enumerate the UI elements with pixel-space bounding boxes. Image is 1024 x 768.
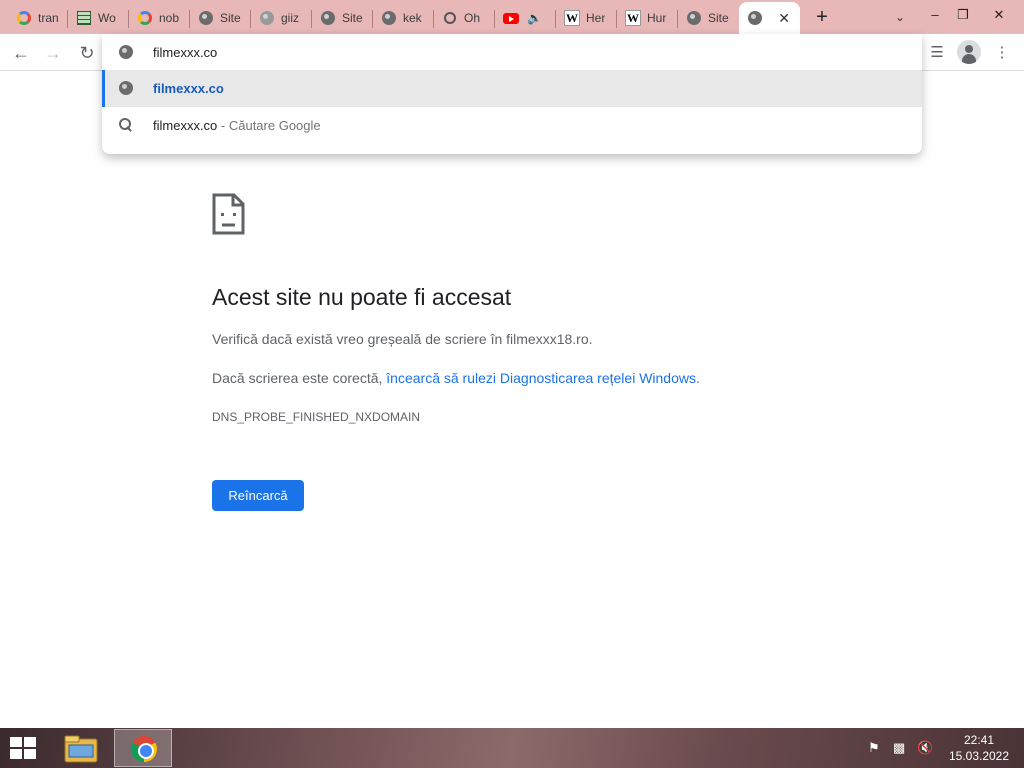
tab[interactable]: tran bbox=[8, 2, 68, 34]
suggestion-search-content: filmexxx.co - Căutare Google bbox=[153, 118, 321, 133]
globe-icon bbox=[686, 10, 702, 26]
close-tab-icon[interactable]: ✕ bbox=[778, 10, 790, 27]
suggestion-item-selected[interactable]: filmexxx.co bbox=[102, 70, 922, 107]
tab-title: Hur bbox=[647, 11, 667, 25]
tab-title: Site bbox=[220, 11, 241, 25]
file-explorer-icon[interactable] bbox=[64, 735, 98, 763]
spreadsheet-icon bbox=[76, 10, 92, 26]
tab-title: kek bbox=[403, 11, 422, 25]
windows-start-icon[interactable] bbox=[10, 737, 38, 761]
tab[interactable]: W Her bbox=[556, 2, 617, 34]
ghost-icon bbox=[442, 10, 458, 26]
tab-title: nob bbox=[159, 11, 180, 25]
suggestion-suffix: - Căutare Google bbox=[217, 118, 321, 133]
flag-icon[interactable]: ⚑ bbox=[868, 740, 880, 756]
tab[interactable]: Site bbox=[312, 2, 373, 34]
suggestion-text: filmexxx.co bbox=[153, 118, 218, 133]
search-icon bbox=[119, 118, 133, 132]
volume-muted-icon[interactable]: 🔇 bbox=[917, 740, 933, 756]
google-icon bbox=[16, 10, 32, 26]
tab[interactable]: giiz bbox=[251, 2, 312, 34]
globe-icon bbox=[119, 45, 133, 59]
error-hint: Verifică dacă există vreo greșeală de sc… bbox=[212, 331, 593, 347]
tab[interactable]: Oh bbox=[434, 2, 495, 34]
windows-taskbar: ⚑ ▩ 🔇 22:41 15.03.2022 bbox=[0, 728, 1024, 768]
back-button[interactable]: ← bbox=[8, 40, 34, 66]
chrome-icon bbox=[131, 736, 157, 762]
minimize-button[interactable]: – bbox=[920, 2, 950, 28]
globe-icon bbox=[119, 81, 133, 95]
globe-icon bbox=[747, 10, 763, 26]
speaker-icon: 🔈 bbox=[527, 11, 542, 25]
tab[interactable]: nob bbox=[129, 2, 190, 34]
error-suggestion: Dacă scrierea este corectă, încearcă să … bbox=[212, 370, 700, 386]
tab[interactable]: Site bbox=[190, 2, 251, 34]
address-input[interactable]: filmexxx.co bbox=[153, 45, 217, 60]
clock-time: 22:41 bbox=[963, 733, 995, 747]
network-icon[interactable]: ▩ bbox=[893, 740, 905, 756]
globe-icon bbox=[259, 10, 275, 26]
omnibox-dropdown: filmexxx.co filmexxx.co filmexxx.co - Că… bbox=[102, 34, 922, 154]
youtube-icon bbox=[503, 10, 519, 26]
globe-icon bbox=[381, 10, 397, 26]
tab-active[interactable]: ✕ bbox=[739, 2, 800, 34]
error-code: DNS_PROBE_FINISHED_NXDOMAIN bbox=[212, 410, 421, 424]
tab-title: Site bbox=[708, 11, 729, 25]
new-tab-button[interactable]: + bbox=[810, 4, 834, 30]
clock-date: 15.03.2022 bbox=[948, 749, 1010, 763]
address-bar[interactable]: filmexxx.co bbox=[102, 34, 922, 71]
tab-title: Wo bbox=[98, 11, 116, 25]
error-title: Acest site nu poate fi accesat bbox=[212, 284, 512, 310]
forward-button[interactable]: → bbox=[40, 40, 66, 66]
tab[interactable]: Site bbox=[678, 2, 739, 34]
google-icon bbox=[137, 10, 153, 26]
tab-title: Oh bbox=[464, 11, 481, 25]
tab-title: giiz bbox=[281, 11, 300, 25]
tab-title: Her bbox=[586, 11, 606, 25]
close-window-button[interactable]: ✕ bbox=[984, 2, 1014, 28]
error-suggestion-prefix: Dacă scrierea este corectă, bbox=[212, 370, 387, 386]
network-diagnostics-link[interactable]: încearcă să rulezi Diagnosticarea rețele… bbox=[386, 370, 696, 386]
chrome-taskbar-button[interactable] bbox=[114, 729, 172, 767]
menu-kebab-icon[interactable]: ⋮ bbox=[989, 40, 1015, 66]
tab[interactable]: 🔈 bbox=[495, 2, 556, 34]
suggestion-text: filmexxx.co bbox=[153, 81, 224, 96]
sad-page-icon bbox=[212, 193, 245, 235]
tab[interactable]: kek bbox=[373, 2, 434, 34]
tab-title: Site bbox=[342, 11, 363, 25]
reload-toolbar-button[interactable]: ↻ bbox=[74, 40, 100, 66]
tab-title: tran bbox=[38, 11, 59, 25]
tab[interactable]: Wo bbox=[68, 2, 129, 34]
error-suggestion-suffix: . bbox=[696, 370, 700, 386]
tab-search-chevron-icon[interactable]: ⌄ bbox=[888, 6, 912, 28]
suggestion-item-search[interactable]: filmexxx.co - Căutare Google bbox=[102, 107, 922, 144]
reading-list-icon[interactable]: ☰ bbox=[924, 40, 950, 66]
globe-icon bbox=[198, 10, 214, 26]
tab[interactable]: W Hur bbox=[617, 2, 678, 34]
reload-button[interactable]: Reîncarcă bbox=[212, 480, 304, 511]
wikipedia-icon: W bbox=[564, 10, 580, 26]
wikipedia-icon: W bbox=[625, 10, 641, 26]
profile-avatar-icon[interactable] bbox=[957, 40, 981, 64]
globe-icon bbox=[320, 10, 336, 26]
tab-strip: tran Wo nob Site giiz Site kek Oh 🔈 W He… bbox=[0, 0, 1024, 34]
restore-button[interactable]: ❐ bbox=[948, 2, 978, 28]
taskbar-clock[interactable]: 22:41 15.03.2022 bbox=[944, 732, 1014, 764]
